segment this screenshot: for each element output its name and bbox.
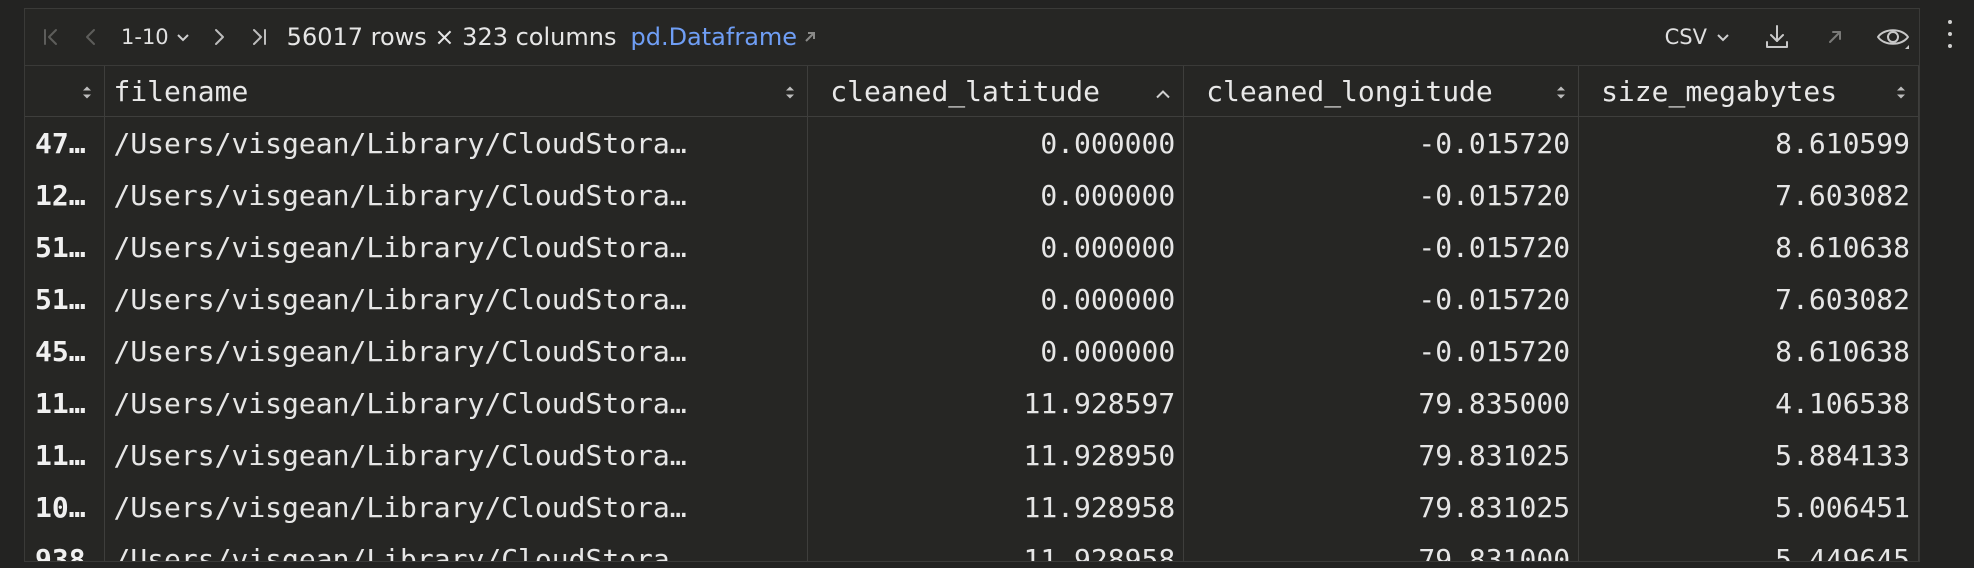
- latitude-cell[interactable]: 11.928597: [807, 377, 1185, 429]
- sort-ascending-icon[interactable]: [1155, 75, 1171, 108]
- column-header-label: size_megabytes: [1601, 74, 1838, 108]
- longitude-cell[interactable]: -0.015720: [1183, 221, 1580, 273]
- latitude-cell[interactable]: 11.928950: [807, 429, 1185, 481]
- table-row[interactable]: 938 /Users/visgean/Library/CloudStora… 1…: [25, 533, 1919, 561]
- external-link-icon: [805, 32, 816, 42]
- size-cell[interactable]: 8.610638: [1578, 221, 1919, 273]
- latitude-cell[interactable]: 11.928958: [807, 481, 1185, 533]
- filename-cell[interactable]: /Users/visgean/Library/CloudStora…: [104, 481, 809, 533]
- longitude-cell[interactable]: -0.015720: [1183, 169, 1580, 221]
- size-cell[interactable]: 8.610599: [1578, 116, 1919, 169]
- column-header-size-megabytes[interactable]: size_megabytes: [1578, 66, 1919, 117]
- row-index-cell: 51…: [25, 273, 106, 325]
- longitude-cell[interactable]: 79.831000: [1183, 533, 1580, 561]
- toolbar-actions: CSV: [1665, 9, 1919, 65]
- sort-toggle-icon[interactable]: [1556, 75, 1566, 108]
- longitude-cell[interactable]: -0.015720: [1183, 325, 1580, 377]
- row-index-cell: 12…: [25, 169, 106, 221]
- column-header-label: cleaned_latitude: [830, 74, 1101, 108]
- column-header-index[interactable]: [25, 66, 106, 117]
- latitude-cell[interactable]: 11.928958: [807, 533, 1185, 561]
- expand-icon: [1829, 31, 1841, 43]
- latitude-cell[interactable]: 0.000000: [807, 116, 1185, 169]
- column-header-cleaned-latitude[interactable]: cleaned_latitude: [807, 66, 1185, 117]
- filename-cell[interactable]: /Users/visgean/Library/CloudStora…: [104, 169, 809, 221]
- more-options-button[interactable]: [1940, 14, 1960, 54]
- longitude-cell[interactable]: -0.015720: [1183, 116, 1580, 169]
- size-cell[interactable]: 5.449645: [1578, 533, 1919, 561]
- first-page-button[interactable]: [31, 17, 71, 57]
- column-header-label: cleaned_longitude: [1206, 74, 1493, 108]
- last-page-icon: [252, 29, 266, 45]
- table-toolbar: 1-10 56017 rows × 323 columns pd.Datafra…: [25, 9, 1919, 66]
- table-row[interactable]: 51… /Users/visgean/Library/CloudStora… 0…: [25, 273, 1919, 325]
- filename-cell[interactable]: /Users/visgean/Library/CloudStora…: [104, 377, 809, 429]
- download-icon: [1766, 25, 1788, 48]
- filename-cell[interactable]: /Users/visgean/Library/CloudStora…: [104, 325, 809, 377]
- size-cell[interactable]: 7.603082: [1578, 169, 1919, 221]
- dtype-link[interactable]: pd.Dataframe: [630, 23, 817, 51]
- sort-toggle-icon[interactable]: [785, 75, 795, 108]
- table-header-row: filename cleaned_latitude cleaned_longit…: [25, 66, 1919, 117]
- latitude-cell[interactable]: 0.000000: [807, 325, 1185, 377]
- longitude-cell[interactable]: -0.015720: [1183, 273, 1580, 325]
- row-index-cell: 11…: [25, 377, 106, 429]
- size-cell[interactable]: 7.603082: [1578, 273, 1919, 325]
- table-row[interactable]: 12… /Users/visgean/Library/CloudStora… 0…: [25, 169, 1919, 221]
- table-row[interactable]: 51… /Users/visgean/Library/CloudStora… 0…: [25, 221, 1919, 273]
- page-range-select[interactable]: 1-10: [121, 25, 191, 49]
- latitude-cell[interactable]: 0.000000: [807, 221, 1185, 273]
- chevron-down-icon: [176, 34, 189, 42]
- dtype-link-label: pd.Dataframe: [630, 23, 798, 51]
- export-format-select[interactable]: CSV: [1665, 25, 1731, 49]
- filename-cell[interactable]: /Users/visgean/Library/CloudStora…: [104, 533, 809, 561]
- sort-toggle-icon[interactable]: [82, 75, 92, 108]
- longitude-cell[interactable]: 79.831025: [1183, 429, 1580, 481]
- row-index-cell: 47…: [25, 116, 106, 169]
- column-header-filename[interactable]: filename: [104, 66, 809, 117]
- last-page-button[interactable]: [239, 17, 279, 57]
- dataframe-viewer: 1-10 56017 rows × 323 columns pd.Datafra…: [24, 8, 1920, 562]
- expand-button[interactable]: [1813, 15, 1857, 59]
- download-button[interactable]: [1755, 15, 1799, 59]
- more-vertical-icon: [1948, 20, 1952, 24]
- filename-cell[interactable]: /Users/visgean/Library/CloudStora…: [104, 273, 809, 325]
- export-format-label: CSV: [1664, 25, 1707, 49]
- sort-toggle-icon[interactable]: [1896, 75, 1906, 108]
- data-table: filename cleaned_latitude cleaned_longit…: [25, 66, 1919, 561]
- column-header-label: filename: [113, 74, 249, 108]
- row-index-cell: 45…: [25, 325, 106, 377]
- size-cell[interactable]: 5.006451: [1578, 481, 1919, 533]
- size-cell[interactable]: 4.106538: [1578, 377, 1919, 429]
- latitude-cell[interactable]: 0.000000: [807, 169, 1185, 221]
- next-page-button[interactable]: [199, 17, 239, 57]
- page-range-label: 1-10: [121, 25, 169, 49]
- size-cell[interactable]: 5.884133: [1578, 429, 1919, 481]
- row-index-cell: 938: [25, 533, 106, 561]
- table-row[interactable]: 10… /Users/visgean/Library/CloudStora… 1…: [25, 481, 1919, 533]
- first-page-icon: [44, 29, 57, 45]
- filename-cell[interactable]: /Users/visgean/Library/CloudStora…: [104, 221, 809, 273]
- previous-page-button[interactable]: [71, 17, 111, 57]
- size-cell[interactable]: 8.610638: [1578, 325, 1919, 377]
- longitude-cell[interactable]: 79.835000: [1183, 377, 1580, 429]
- table-row[interactable]: 11… /Users/visgean/Library/CloudStora… 1…: [25, 429, 1919, 481]
- latitude-cell[interactable]: 0.000000: [807, 273, 1185, 325]
- row-index-cell: 10…: [25, 481, 106, 533]
- row-index-cell: 51…: [25, 221, 106, 273]
- table-row[interactable]: 47… /Users/visgean/Library/CloudStora… 0…: [25, 116, 1919, 169]
- next-page-icon: [214, 29, 224, 45]
- filename-cell[interactable]: /Users/visgean/Library/CloudStora…: [104, 116, 809, 169]
- chevron-down-icon: [1717, 34, 1729, 42]
- column-header-cleaned-longitude[interactable]: cleaned_longitude: [1183, 66, 1580, 117]
- table-row[interactable]: 45… /Users/visgean/Library/CloudStora… 0…: [25, 325, 1919, 377]
- table-row[interactable]: 11… /Users/visgean/Library/CloudStora… 1…: [25, 377, 1919, 429]
- previous-page-icon: [86, 29, 95, 45]
- column-visibility-button[interactable]: [1871, 15, 1915, 59]
- table-dimensions: 56017 rows × 323 columns: [286, 23, 617, 51]
- eye-icon: [1877, 29, 1909, 49]
- longitude-cell[interactable]: 79.831025: [1183, 481, 1580, 533]
- row-index-cell: 11…: [25, 429, 106, 481]
- filename-cell[interactable]: /Users/visgean/Library/CloudStora…: [104, 429, 809, 481]
